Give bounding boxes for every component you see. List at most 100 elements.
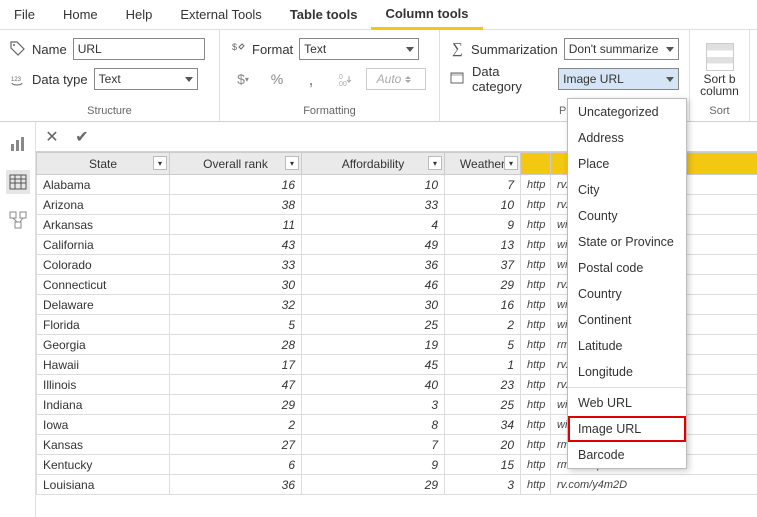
tab-table-tools[interactable]: Table tools [276, 0, 372, 29]
cell[interactable]: 10 [302, 175, 445, 195]
tab-help[interactable]: Help [112, 0, 167, 29]
cell[interactable]: Iowa [37, 415, 170, 435]
filter-caret-icon[interactable]: ▾ [285, 156, 299, 170]
cell[interactable]: http [521, 195, 551, 215]
cell[interactable]: 36 [302, 255, 445, 275]
cell[interactable]: Kansas [37, 435, 170, 455]
dropdown-item[interactable]: City [568, 177, 686, 203]
dropdown-item[interactable]: Postal code [568, 255, 686, 281]
cell[interactable]: 27 [170, 435, 302, 455]
cell[interactable]: 25 [302, 315, 445, 335]
cell[interactable]: 7 [302, 435, 445, 455]
cell[interactable]: 45 [302, 355, 445, 375]
cell[interactable]: 3 [302, 395, 445, 415]
column-header[interactable] [521, 153, 551, 175]
column-header[interactable]: Affordability▾ [302, 153, 445, 175]
cell[interactable]: 15 [445, 455, 521, 475]
cell[interactable]: 17 [170, 355, 302, 375]
cell[interactable]: 38 [170, 195, 302, 215]
cell[interactable]: 49 [302, 235, 445, 255]
cell[interactable]: Kentucky [37, 455, 170, 475]
cell[interactable]: 9 [302, 455, 445, 475]
cell[interactable]: 6 [170, 455, 302, 475]
dropdown-item[interactable]: Web URL [568, 390, 686, 416]
datatype-select[interactable]: Text [94, 68, 198, 90]
cell[interactable]: http [521, 295, 551, 315]
cell[interactable]: http [521, 175, 551, 195]
cell[interactable]: 34 [445, 415, 521, 435]
tab-column-tools[interactable]: Column tools [371, 0, 482, 30]
cell[interactable]: http [521, 235, 551, 255]
decimal-button[interactable]: .0.00 [332, 68, 358, 90]
cell[interactable]: http [521, 335, 551, 355]
tab-external-tools[interactable]: External Tools [166, 0, 275, 29]
cell[interactable]: 47 [170, 375, 302, 395]
dropdown-item[interactable]: Uncategorized [568, 99, 686, 125]
currency-button[interactable]: $ ▾ [230, 68, 256, 90]
dropdown-item[interactable]: Country [568, 281, 686, 307]
cell[interactable]: 32 [170, 295, 302, 315]
column-header[interactable]: Overall rank▾ [170, 153, 302, 175]
dropdown-item[interactable]: Latitude [568, 333, 686, 359]
name-input[interactable]: URL [73, 38, 205, 60]
cell[interactable]: 16 [445, 295, 521, 315]
cell[interactable]: 7 [445, 175, 521, 195]
cell[interactable]: 36 [170, 475, 302, 495]
cell[interactable]: 13 [445, 235, 521, 255]
column-header[interactable]: Weather▾ [445, 153, 521, 175]
filter-caret-icon[interactable]: ▾ [428, 156, 442, 170]
cell[interactable]: 2 [445, 315, 521, 335]
decimal-places-input[interactable]: Auto [366, 68, 426, 90]
cell[interactable]: 1 [445, 355, 521, 375]
cell[interactable]: California [37, 235, 170, 255]
cell[interactable]: http [521, 355, 551, 375]
cancel-formula-button[interactable]: ✕ [42, 127, 62, 147]
tab-home[interactable]: Home [49, 0, 112, 29]
cell[interactable]: Connecticut [37, 275, 170, 295]
dropdown-item[interactable]: Image URL [568, 416, 686, 442]
model-view-button[interactable] [6, 208, 30, 232]
percent-button[interactable]: % [264, 68, 290, 90]
cell[interactable]: http [521, 315, 551, 335]
cell[interactable]: 40 [302, 375, 445, 395]
commit-formula-button[interactable]: ✔ [72, 127, 92, 147]
cell[interactable]: 8 [302, 415, 445, 435]
cell[interactable]: 5 [445, 335, 521, 355]
data-category-select[interactable]: Image URL [558, 68, 679, 90]
report-view-button[interactable] [6, 132, 30, 156]
cell[interactable]: 5 [170, 315, 302, 335]
cell[interactable]: 43 [170, 235, 302, 255]
dropdown-item[interactable]: Longitude [568, 359, 686, 385]
cell[interactable]: http [521, 415, 551, 435]
format-select[interactable]: Text [299, 38, 419, 60]
cell[interactable]: Arizona [37, 195, 170, 215]
cell[interactable]: http [521, 255, 551, 275]
cell[interactable]: 4 [302, 215, 445, 235]
cell[interactable]: 16 [170, 175, 302, 195]
dropdown-item[interactable]: State or Province [568, 229, 686, 255]
dropdown-item[interactable]: Address [568, 125, 686, 151]
cell[interactable]: 2 [170, 415, 302, 435]
cell[interactable]: 23 [445, 375, 521, 395]
cell[interactable]: 29 [170, 395, 302, 415]
cell[interactable]: Louisiana [37, 475, 170, 495]
cell[interactable]: 19 [302, 335, 445, 355]
data-view-button[interactable] [6, 170, 30, 194]
cell[interactable]: 46 [302, 275, 445, 295]
tab-file[interactable]: File [0, 0, 49, 29]
cell[interactable]: http [521, 275, 551, 295]
cell[interactable]: Alabama [37, 175, 170, 195]
cell[interactable]: Indiana [37, 395, 170, 415]
cell[interactable]: 37 [445, 255, 521, 275]
sort-button[interactable]: Sort bcolumn [700, 73, 739, 97]
cell[interactable]: 10 [445, 195, 521, 215]
cell[interactable]: Illinois [37, 375, 170, 395]
cell[interactable]: Florida [37, 315, 170, 335]
cell[interactable]: Georgia [37, 335, 170, 355]
cell[interactable]: http [521, 375, 551, 395]
column-header[interactable]: State▾ [37, 153, 170, 175]
filter-caret-icon[interactable]: ▾ [504, 156, 518, 170]
cell[interactable]: http [521, 475, 551, 495]
cell[interactable]: http [521, 395, 551, 415]
cell[interactable]: 30 [170, 275, 302, 295]
